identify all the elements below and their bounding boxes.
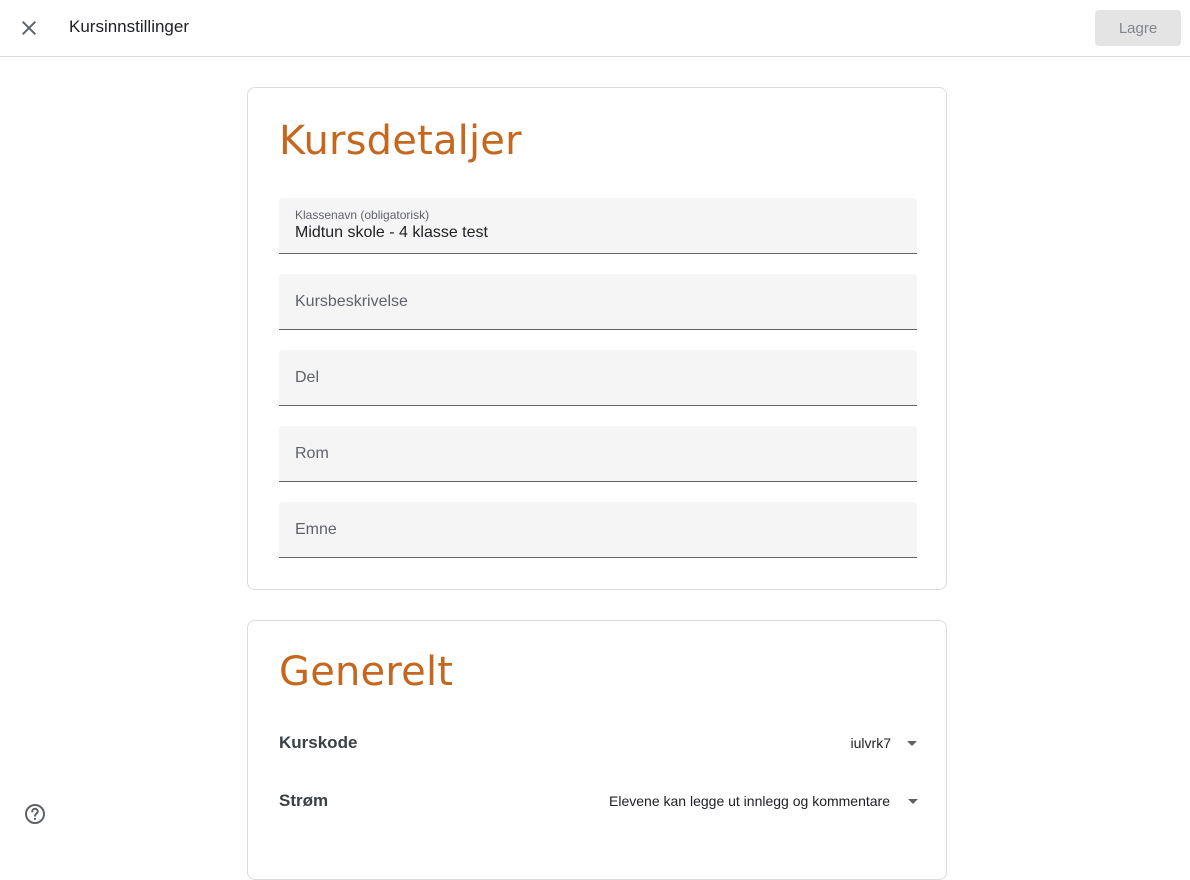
course-code-label: Kurskode xyxy=(279,733,358,752)
help-circle-icon xyxy=(25,804,45,824)
stream-dropdown[interactable]: Elevene kan legge ut innlegg og kommenta… xyxy=(609,786,918,816)
room-label: Rom xyxy=(295,445,329,462)
course-description-field[interactable]: Kursbeskrivelse xyxy=(279,274,917,330)
close-icon xyxy=(22,21,36,35)
page-title: Kursinnstillinger xyxy=(69,17,189,36)
top-app-bar: Kursinnstillinger Lagre xyxy=(0,0,1190,57)
course-description-label: Kursbeskrivelse xyxy=(295,293,408,310)
subject-label: Emne xyxy=(295,521,337,538)
class-name-field[interactable]: Klassenavn (obligatorisk) Midtun skole -… xyxy=(279,198,917,254)
subject-field[interactable]: Emne xyxy=(279,502,917,558)
course-details-card: Kursdetaljer Klassenavn (obligatorisk) M… xyxy=(247,87,947,590)
close-button[interactable] xyxy=(9,8,49,48)
general-heading: Generelt xyxy=(279,649,454,695)
class-name-label: Klassenavn (obligatorisk) xyxy=(295,208,430,222)
class-name-value: Midtun skole - 4 klasse test xyxy=(295,224,488,241)
dropdown-arrow-icon xyxy=(907,740,917,746)
course-code-row: Kurskode iulvrk7 xyxy=(279,728,917,758)
section-label: Del xyxy=(295,369,320,386)
stream-label: Strøm xyxy=(279,791,329,810)
dropdown-arrow-icon xyxy=(908,798,918,804)
course-code-value: iulvrk7 xyxy=(850,735,891,751)
section-field[interactable]: Del xyxy=(279,350,917,406)
course-code-dropdown[interactable]: iulvrk7 xyxy=(851,728,917,758)
general-card: Generelt Kurskode iulvrk7 Strøm Elevene … xyxy=(247,620,947,880)
course-details-heading: Kursdetaljer xyxy=(279,118,522,164)
stream-value: Elevene kan legge ut innlegg og kommenta… xyxy=(609,793,890,809)
stream-row: Strøm Elevene kan legge ut innlegg og ko… xyxy=(279,786,918,816)
save-button[interactable]: Lagre xyxy=(1095,10,1181,46)
help-button[interactable] xyxy=(15,794,55,834)
room-field[interactable]: Rom xyxy=(279,426,917,482)
